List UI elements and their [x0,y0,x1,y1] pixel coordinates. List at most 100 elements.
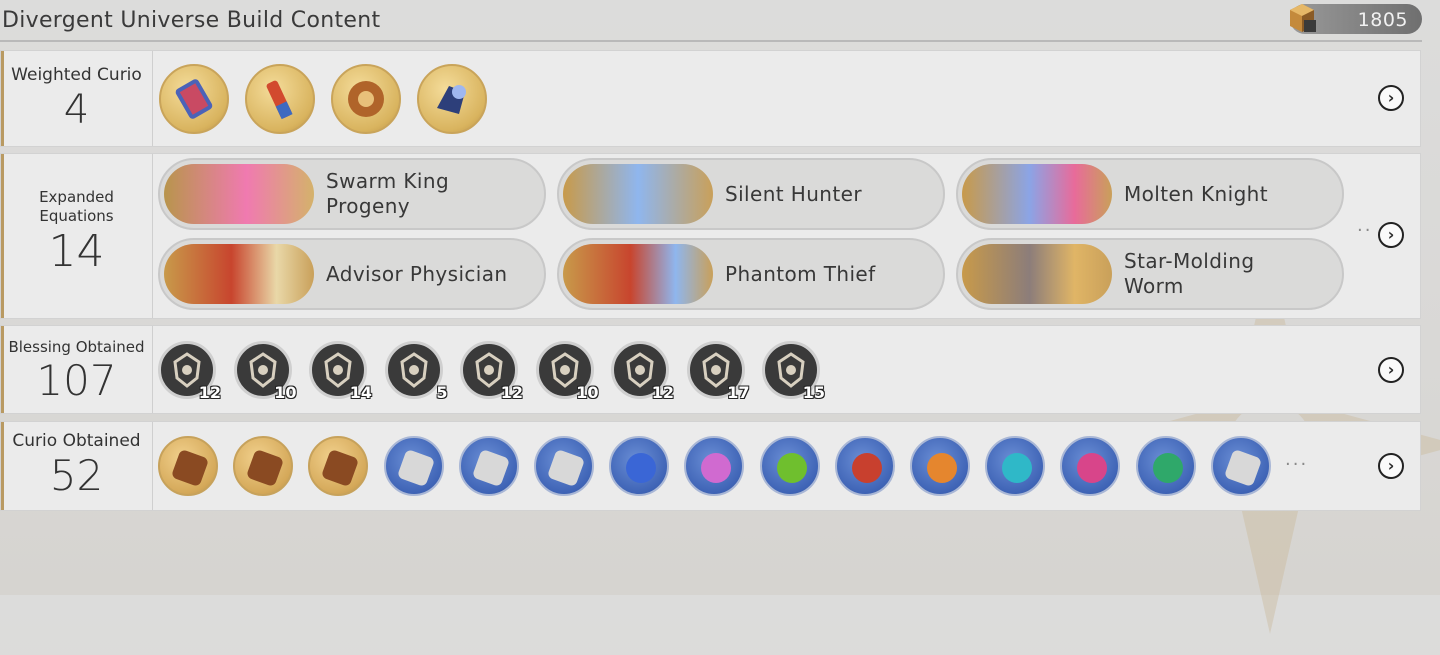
blessing-item[interactable]: 12 [611,341,674,402]
equation-molten-knight[interactable]: Molten Knight [956,158,1344,230]
curio-item[interactable] [1135,436,1196,496]
paint-tube-curio-icon [471,448,511,488]
curio-item[interactable] [1060,436,1121,496]
curio-item[interactable] [759,436,820,496]
curio-item[interactable] [308,436,369,496]
curio-item[interactable] [985,436,1046,496]
equation-star-molding-worm[interactable]: Star-Molding Worm [956,238,1344,310]
orange-gem-curio-icon [927,453,957,483]
curio-item[interactable] [383,436,444,496]
curio-obtained-label-block: Curio Obtained 52 [1,422,153,510]
curio-item[interactable] [684,436,745,496]
blessing-count: 10 [576,383,599,402]
expanded-equations-expand-button[interactable]: › [1378,222,1404,248]
blessing-count: 12 [500,383,523,402]
equation-swarm-king-progeny[interactable]: Swarm King Progeny [158,158,546,230]
weighted-curio-item[interactable] [245,64,315,134]
weighted-curio-item[interactable] [159,64,229,134]
coins-curio-icon [546,448,586,488]
blessing-count: 14 [349,383,372,402]
blessing-item[interactable]: 5 [384,341,448,402]
abundance-path-icon [399,352,428,388]
blessing-item[interactable]: 10 [233,341,297,402]
weighted-curio-item[interactable] [417,64,487,134]
pyramid-curio-icon [396,448,435,488]
curio-item[interactable] [158,436,218,496]
equation-art [563,244,713,304]
curio-item[interactable] [609,436,670,496]
expanded-equations-label-block: Expanded Equations 14 [1,154,153,318]
equation-art [164,244,314,304]
equation-name: Silent Hunter [725,181,862,206]
chevron-right-icon: › [1387,225,1395,244]
blessing-count: 5 [436,383,448,402]
weighted-curio-label-block: Weighted Curio 4 [1,51,153,146]
expanded-equations-label: Expanded Equations [39,188,114,225]
blessing-item[interactable]: 12 [460,341,523,402]
can-curio-icon [175,79,213,119]
green-gem-curio-icon [776,453,807,483]
chevron-right-icon: › [1387,88,1395,107]
currency-display: 1805 [1290,4,1422,34]
blessing-obtained-count: 107 [36,356,117,405]
title-divider [0,40,1422,42]
red-gem-curio-icon [851,453,882,483]
blessing-expand-button[interactable]: › [1378,357,1404,383]
blessing-obtained-label-block: Blessing Obtained 107 [1,326,153,413]
curio-item[interactable] [458,436,519,496]
feather-curio-icon [321,448,360,488]
equation-phantom-thief[interactable]: Phantom Thief [557,238,945,310]
blessing-count: 12 [198,383,221,402]
blessing-obtained-label: Blessing Obtained [8,338,145,356]
blessing-obtained-panel: Blessing Obtained 107 12 10 14 5 12 10 12 17 15 … [0,325,1421,414]
firecracker-curio-icon [266,80,293,120]
equation-name: Swarm King Progeny [326,169,450,218]
expanded-equations-count: 14 [48,226,105,277]
equation-name: Advisor Physician [326,261,508,286]
weighted-curio-panel: Weighted Curio 4 › [0,50,1421,147]
blue-gem-curio-icon [626,453,657,483]
blessing-count: 17 [727,383,750,402]
blessing-item[interactable]: 15 [762,341,825,402]
pink-gem-curio-icon [701,453,732,483]
blessing-item[interactable]: 17 [686,341,750,402]
blessing-count: 10 [274,383,297,402]
saw-blade-curio-icon [348,81,384,117]
curio-obtained-panel: Curio Obtained 52 ··· › [0,421,1421,511]
emerald-gem-curio-icon [1152,453,1183,483]
expanded-equations-panel: Expanded Equations 14 Swarm King Progeny … [0,153,1421,319]
equation-art [164,164,314,224]
blessing-item[interactable]: 10 [535,341,599,402]
blessing-count: 15 [802,383,825,402]
weighted-curio-item[interactable] [331,64,401,134]
blessing-item[interactable]: 14 [309,341,372,402]
curio-obtained-label: Curio Obtained [12,431,141,451]
equation-name: Phantom Thief [725,261,876,286]
curio-item[interactable] [910,436,970,496]
curio-expand-button[interactable]: › [1378,453,1404,479]
curio-item[interactable] [534,436,594,496]
equation-name: Star-Molding Worm [1124,249,1255,298]
more-indicator: ··· [1285,454,1309,475]
equation-silent-hunter[interactable]: Silent Hunter [557,158,945,230]
curio-obtained-count: 52 [49,451,104,500]
equation-advisor-physician[interactable]: Advisor Physician [158,238,546,310]
curio-item[interactable] [233,436,294,496]
page-title: Divergent Universe Build Content [2,8,381,33]
curio-item[interactable] [834,436,895,496]
equation-art [962,244,1112,304]
chevron-right-icon: › [1387,360,1395,379]
weighted-curio-expand-button[interactable]: › [1378,85,1404,111]
magenta-gem-curio-icon [1077,453,1108,483]
weighted-curio-label: Weighted Curio [11,65,142,85]
more-indicator: ·· [1357,220,1373,241]
equation-art [563,164,713,224]
weighted-curio-count: 4 [63,87,90,133]
cube-fragment-icon [1290,4,1316,32]
curio-item[interactable] [1210,436,1271,496]
chevron-right-icon: › [1387,456,1395,475]
mechanical-arm-curio-icon [437,85,466,114]
blessing-item[interactable]: 12 [158,341,221,402]
equation-art [962,164,1112,224]
cyan-gem-curio-icon [1002,453,1033,483]
